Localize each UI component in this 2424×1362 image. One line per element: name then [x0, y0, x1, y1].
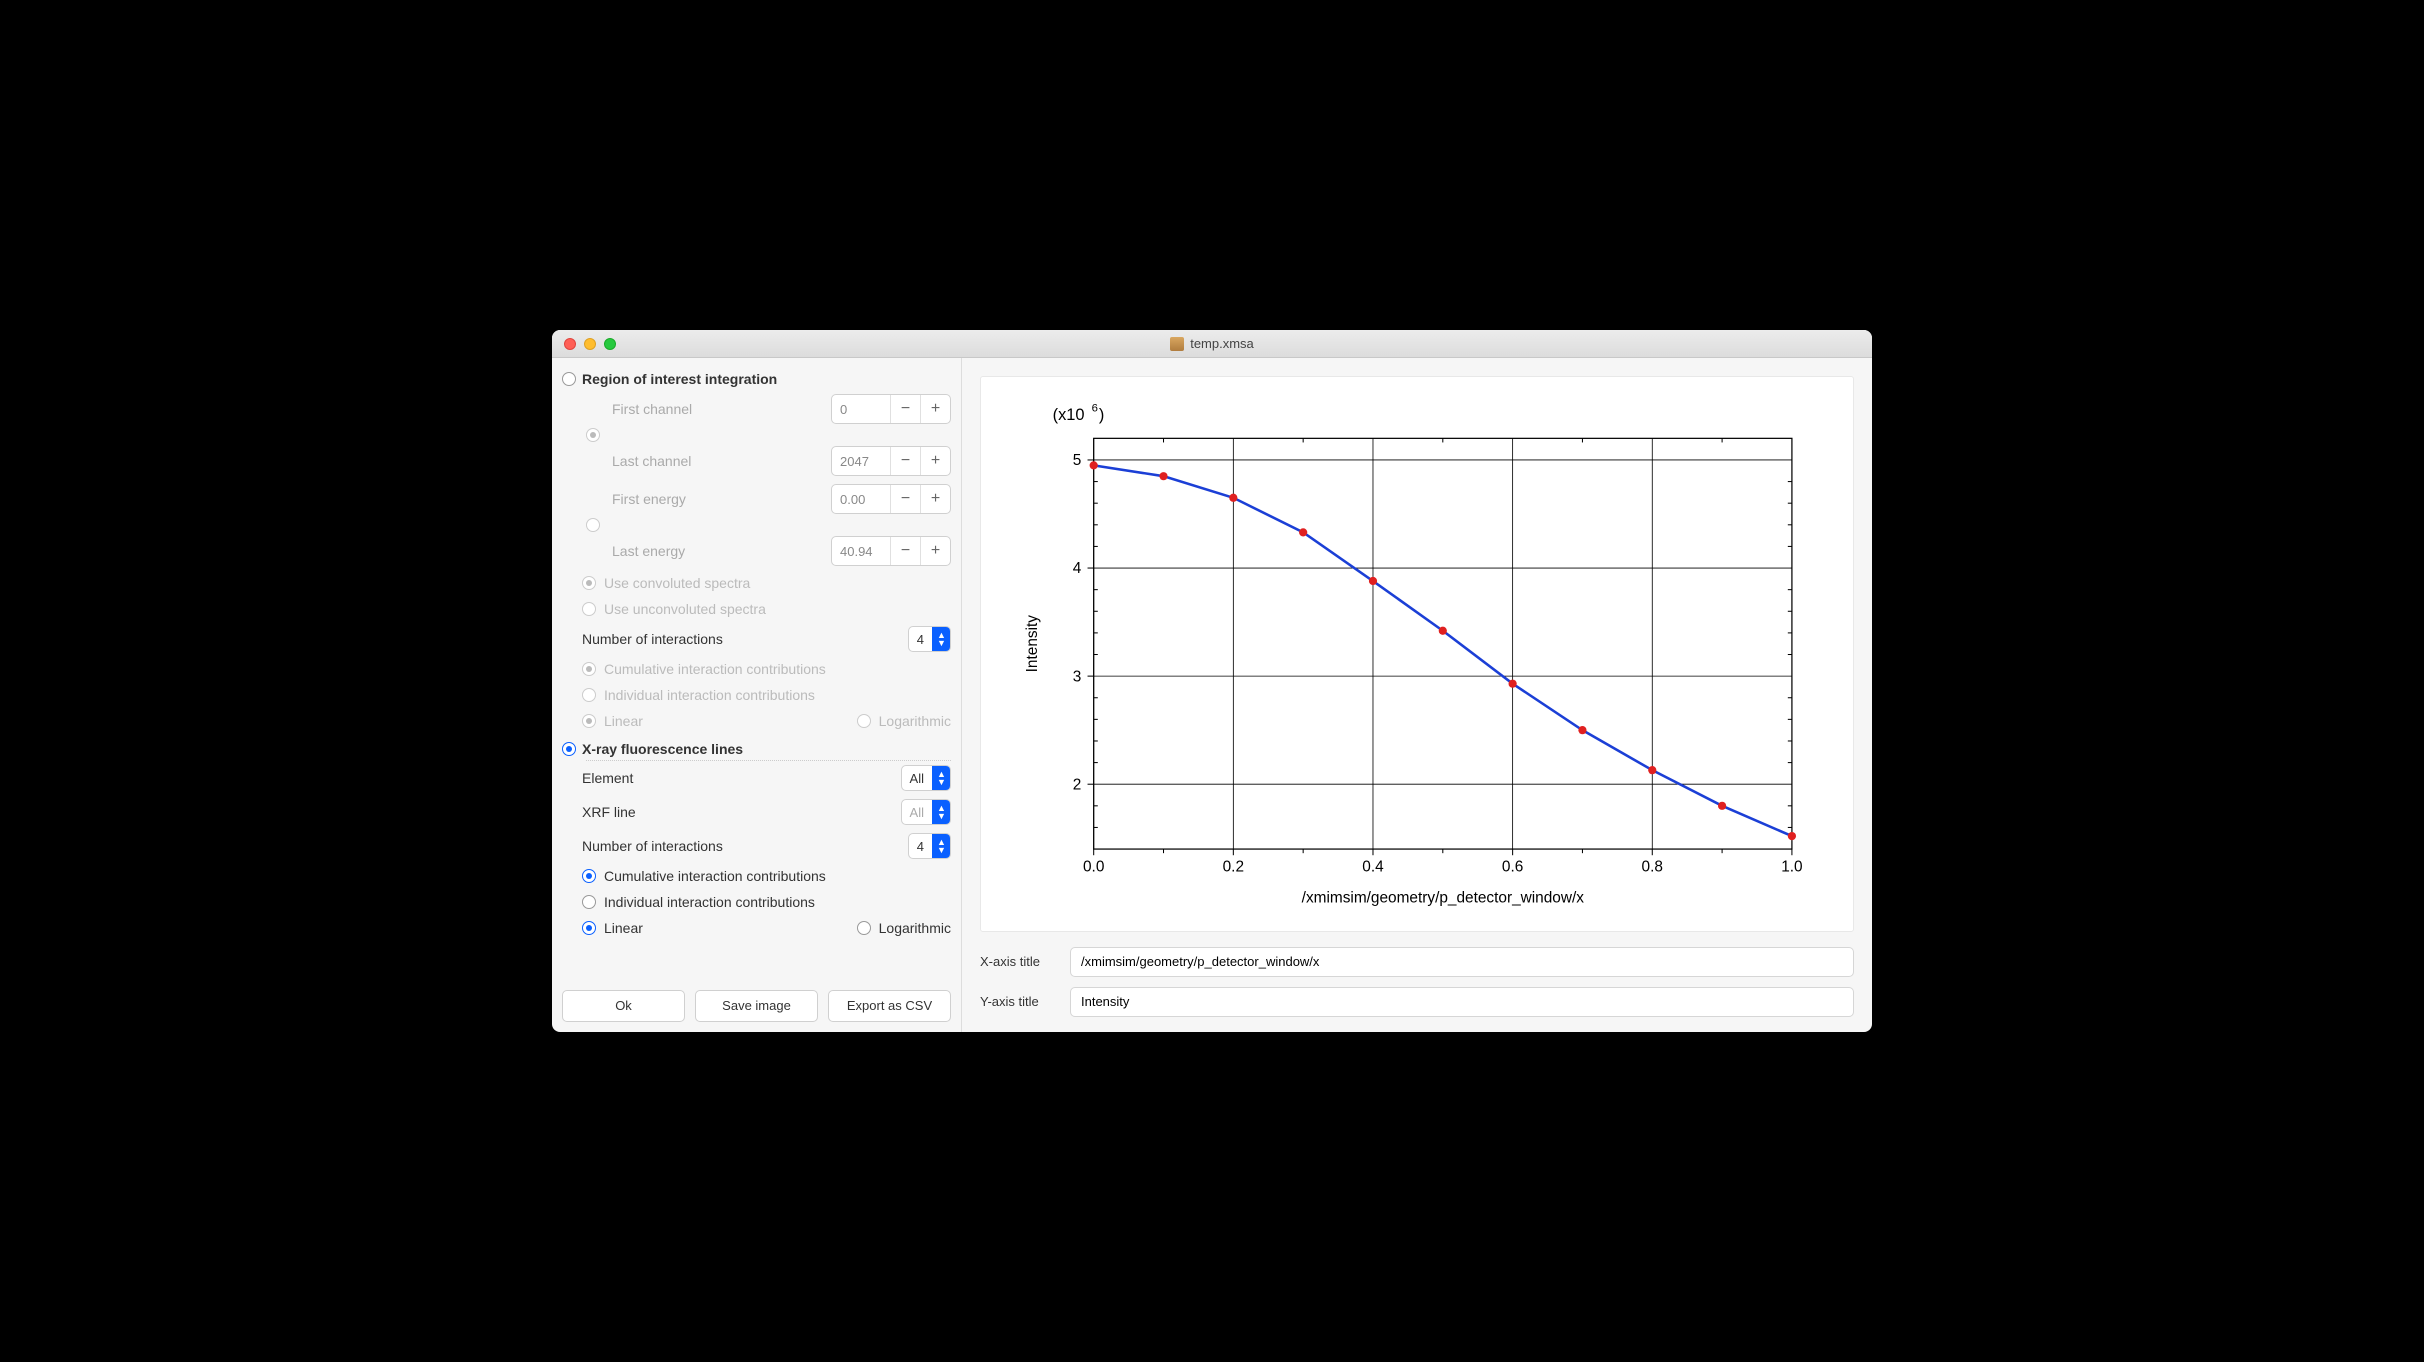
- roi-num-interactions-stepper[interactable]: 4 ▲▼: [908, 626, 951, 652]
- xrf-header: X-ray fluorescence lines: [582, 741, 743, 757]
- last-channel-field[interactable]: − +: [831, 446, 951, 476]
- last-energy-label: Last energy: [612, 543, 823, 559]
- radio-xrf-individual[interactable]: [582, 895, 596, 909]
- svg-text:): ): [1099, 406, 1104, 424]
- svg-text:/xmimsim/geometry/p_detector_w: /xmimsim/geometry/p_detector_window/x: [1302, 889, 1585, 906]
- minus-icon[interactable]: −: [890, 447, 920, 475]
- stepper-arrows-icon[interactable]: ▲▼: [932, 834, 950, 858]
- radio-roi-section[interactable]: [562, 372, 576, 386]
- radio-roi-log: [857, 714, 871, 728]
- plus-icon[interactable]: +: [920, 395, 950, 423]
- radio-xrf-cumulative[interactable]: [582, 869, 596, 883]
- export-csv-button[interactable]: Export as CSV: [828, 990, 951, 1022]
- xrf-linear-label: Linear: [604, 920, 643, 936]
- radio-xrf-section[interactable]: [562, 742, 576, 756]
- window-title: temp.xmsa: [1190, 336, 1254, 351]
- stepper-arrows-icon[interactable]: ▲▼: [932, 627, 950, 651]
- svg-text:5: 5: [1073, 452, 1082, 469]
- y-axis-title-label: Y-axis title: [980, 994, 1060, 1009]
- first-channel-field[interactable]: − +: [831, 394, 951, 424]
- app-file-icon: [1170, 337, 1184, 351]
- radio-roi-individual: [582, 688, 596, 702]
- last-energy-input[interactable]: [832, 544, 890, 559]
- xrf-line-select[interactable]: All ▲▼: [901, 799, 951, 825]
- svg-text:0.8: 0.8: [1642, 859, 1663, 876]
- roi-header: Region of interest integration: [582, 371, 777, 387]
- section-roi: Region of interest integration First cha…: [562, 368, 951, 734]
- ok-button[interactable]: Ok: [562, 990, 685, 1022]
- use-unconvoluted-label: Use unconvoluted spectra: [604, 601, 766, 617]
- first-energy-input[interactable]: [832, 492, 890, 507]
- plus-icon[interactable]: +: [920, 447, 950, 475]
- y-axis-title-input[interactable]: [1070, 987, 1854, 1017]
- svg-text:0.4: 0.4: [1362, 859, 1384, 876]
- xrf-num-interactions-stepper[interactable]: 4 ▲▼: [908, 833, 951, 859]
- plus-icon[interactable]: +: [920, 537, 950, 565]
- last-energy-field[interactable]: − +: [831, 536, 951, 566]
- xrf-num-interactions-value: 4: [909, 839, 932, 854]
- element-select[interactable]: All ▲▼: [901, 765, 951, 791]
- minus-icon[interactable]: −: [890, 485, 920, 513]
- roi-num-interactions-value: 4: [909, 632, 932, 647]
- x-axis-title-label: X-axis title: [980, 954, 1060, 969]
- plus-icon[interactable]: +: [920, 485, 950, 513]
- svg-text:2: 2: [1073, 776, 1082, 793]
- radio-channel-mode: [586, 428, 600, 442]
- first-channel-label: First channel: [612, 401, 823, 417]
- minus-icon[interactable]: −: [890, 537, 920, 565]
- sidebar: Region of interest integration First cha…: [552, 358, 962, 1032]
- roi-log-label: Logarithmic: [879, 713, 951, 729]
- titlebar: temp.xmsa: [552, 330, 1872, 358]
- element-label: Element: [582, 770, 893, 786]
- first-energy-label: First energy: [612, 491, 823, 507]
- save-image-button[interactable]: Save image: [695, 990, 818, 1022]
- last-channel-label: Last channel: [612, 453, 823, 469]
- first-channel-input[interactable]: [832, 402, 890, 417]
- first-energy-field[interactable]: − +: [831, 484, 951, 514]
- radio-unconvoluted: [582, 602, 596, 616]
- radio-energy-mode: [586, 518, 600, 532]
- svg-text:(x10: (x10: [1053, 406, 1085, 424]
- minus-icon[interactable]: −: [890, 395, 920, 423]
- roi-linear-label: Linear: [604, 713, 643, 729]
- radio-xrf-linear[interactable]: [582, 921, 596, 935]
- radio-roi-linear: [582, 714, 596, 728]
- xrf-cumulative-label: Cumulative interaction contributions: [604, 868, 826, 884]
- svg-text:1.0: 1.0: [1781, 859, 1802, 876]
- stepper-arrows-icon[interactable]: ▲▼: [932, 766, 950, 790]
- xrf-num-interactions-label: Number of interactions: [582, 838, 900, 854]
- radio-xrf-log[interactable]: [857, 921, 871, 935]
- stepper-arrows-icon[interactable]: ▲▼: [932, 800, 950, 824]
- xrf-log-label: Logarithmic: [879, 920, 951, 936]
- radio-convoluted: [582, 576, 596, 590]
- svg-text:0.6: 0.6: [1502, 859, 1523, 876]
- xrf-line-label: XRF line: [582, 804, 893, 820]
- roi-individual-label: Individual interaction contributions: [604, 687, 815, 703]
- radio-roi-cumulative: [582, 662, 596, 676]
- app-window: temp.xmsa Region of interest integration…: [552, 330, 1872, 1032]
- x-axis-title-input[interactable]: [1070, 947, 1854, 977]
- use-convoluted-label: Use convoluted spectra: [604, 575, 750, 591]
- chart-card: (x10 6) 0.0 0.2 0.4 0.6 0.8 1.0 2 3 4 5/xmimsim/geo…: [980, 376, 1854, 932]
- xrf-individual-label: Individual interaction contributions: [604, 894, 815, 910]
- last-channel-input[interactable]: [832, 454, 890, 469]
- intensity-chart: (x10 6) 0.0 0.2 0.4 0.6 0.8 1.0 2 3 4 5/xmimsim/geo…: [991, 387, 1833, 921]
- svg-text:0.0: 0.0: [1083, 859, 1104, 876]
- svg-text:Intensity: Intensity: [1024, 615, 1041, 673]
- element-value: All: [902, 771, 932, 786]
- roi-cumulative-label: Cumulative interaction contributions: [604, 661, 826, 677]
- svg-text:6: 6: [1092, 403, 1098, 415]
- svg-text:4: 4: [1073, 560, 1082, 577]
- xrf-line-value: All: [902, 805, 932, 820]
- section-xrf: X-ray fluorescence lines Element All ▲▼ …: [562, 738, 951, 941]
- right-panel: (x10 6) 0.0 0.2 0.4 0.6 0.8 1.0 2 3 4 5/xmimsim/geo…: [962, 358, 1872, 1032]
- svg-text:3: 3: [1073, 668, 1082, 685]
- svg-text:0.2: 0.2: [1223, 859, 1244, 876]
- roi-num-interactions-label: Number of interactions: [582, 631, 900, 647]
